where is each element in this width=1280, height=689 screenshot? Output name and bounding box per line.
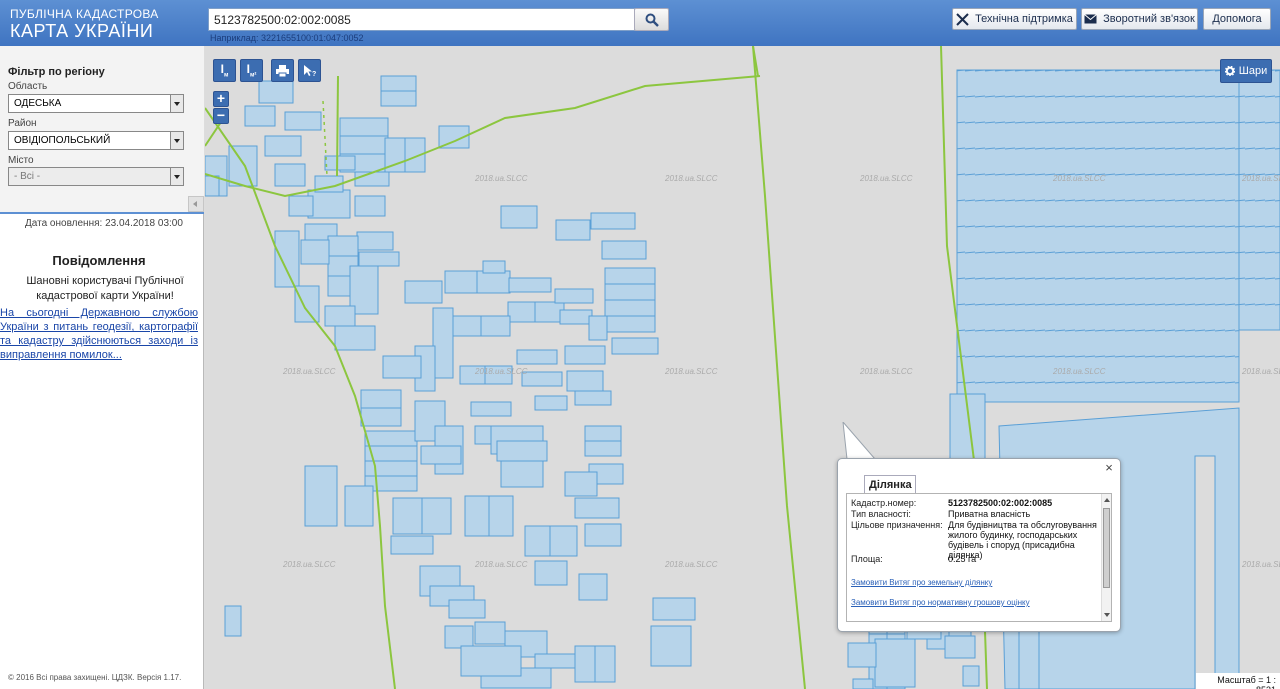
identify-button[interactable]: ? (298, 59, 321, 82)
help-button[interactable]: Допомога (1203, 8, 1271, 30)
printer-icon (276, 64, 289, 77)
close-icon[interactable]: × (1102, 461, 1116, 475)
zoom-in-button[interactable]: + (213, 91, 229, 107)
map-watermark: 2018.ua.SLCC (1242, 174, 1280, 183)
rayon-value: ОВІДІОПОЛЬСЬКИЙ (14, 135, 111, 146)
search-hint: Наприклад: 3221655100:01:047:0052 (210, 33, 364, 43)
cadastral-search-input[interactable] (208, 8, 635, 31)
message-link[interactable]: На сьогодні Державною службою України з … (0, 306, 198, 362)
misto-label: Місто (8, 155, 34, 166)
update-date: Дата оновлення: 23.04.2018 03:00 (25, 218, 183, 229)
layers-label: Шари (1238, 65, 1268, 77)
parcel-info-popup: × Ділянка Кадастр.номер: 5123782500:02:0… (837, 458, 1121, 632)
map-watermark: 2018.ua.SLCC (283, 560, 336, 569)
order-extract-link[interactable]: Замовити Витяг про земельну ділянку (851, 578, 992, 587)
search-button[interactable] (634, 8, 669, 31)
cadastral-number-value: 5123782500:02:002:0085 (948, 498, 1053, 508)
map-watermark: 2018.ua.SLCC (665, 367, 718, 376)
tech-support-label: Технічна підтримка (975, 13, 1073, 25)
misto-select[interactable]: - Всі - (8, 167, 184, 186)
map-watermark: 2018.ua.SLCC (475, 174, 528, 183)
map-watermark: 2018.ua.SLCC (860, 367, 913, 376)
feedback-button[interactable]: Зворотний зв'язок (1081, 8, 1198, 30)
map-watermark: 2018.ua.SLCC (475, 367, 528, 376)
map-watermark: 2018.ua.SLCC (1053, 367, 1106, 376)
layers-button[interactable]: Шари (1220, 59, 1272, 83)
map-watermark: 2018.ua.SLCC (1053, 174, 1106, 183)
measure-area-button[interactable]: Iм² (240, 59, 263, 82)
map-watermark: 2018.ua.SLCC (665, 560, 718, 569)
popup-scrollbar[interactable] (1101, 494, 1111, 621)
chevron-down-icon[interactable] (170, 168, 183, 185)
scroll-thumb[interactable] (1103, 508, 1110, 588)
ownership-value: Приватна власність (948, 509, 1031, 519)
site-logo[interactable]: ПУБЛІЧНА КАДАСТРОВА КАРТА УКРАЇНИ (10, 7, 159, 42)
order-valuation-link[interactable]: Замовити Витяг про нормативну грошову оц… (851, 598, 1030, 607)
logo-line-1: ПУБЛІЧНА КАДАСТРОВА (10, 7, 159, 21)
map-watermark: 2018.ua.SLCC (1242, 560, 1280, 569)
scroll-down-icon[interactable] (1104, 613, 1110, 617)
area-ruler-icon: Iм² (246, 62, 257, 79)
ownership-label: Тип власності: (851, 509, 911, 519)
search-icon (645, 13, 659, 27)
tab-parcel[interactable]: Ділянка (864, 475, 916, 494)
oblast-select[interactable]: ОДЕСЬКА (8, 94, 184, 113)
message-body: Шановні користувачі Публічної кадастрово… (26, 275, 184, 302)
collapse-sidebar-button[interactable] (188, 196, 204, 212)
header-bar: ПУБЛІЧНА КАДАСТРОВА КАРТА УКРАЇНИ Наприк… (0, 0, 1280, 46)
ruler-icon: Iм (220, 62, 229, 79)
map-watermark: 2018.ua.SLCC (860, 174, 913, 183)
chevron-down-icon[interactable] (170, 95, 183, 112)
sidebar: Фільтр по регіону Область ОДЕСЬКА Район … (0, 46, 204, 689)
area-value: 0.25 га (948, 554, 977, 564)
map-watermark: 2018.ua.SLCC (1242, 367, 1280, 376)
filter-title: Фільтр по регіону (8, 66, 105, 78)
region-filter-panel: Фільтр по регіону Область ОДЕСЬКА Район … (0, 46, 204, 214)
tech-support-button[interactable]: Технічна підтримка (952, 8, 1077, 30)
purpose-label: Цільове призначення: (851, 520, 943, 530)
map-scale: Масштаб = 1 : 8531 (1196, 673, 1280, 689)
popup-pointer (842, 422, 877, 460)
oblast-label: Область (8, 81, 48, 92)
feedback-label: Зворотний зв'язок (1103, 13, 1195, 25)
gear-icon (1224, 66, 1235, 76)
cursor-question-icon: ? (303, 65, 316, 77)
map-watermark: 2018.ua.SLCC (475, 560, 528, 569)
tools-icon (956, 12, 969, 26)
help-label: Допомога (1212, 13, 1262, 25)
envelope-icon (1084, 14, 1097, 24)
rayon-select[interactable]: ОВІДІОПОЛЬСЬКИЙ (8, 131, 184, 150)
misto-value: - Всі - (14, 171, 41, 182)
copyright: © 2016 Всі права захищені. ЦДЗК. Версія … (8, 673, 182, 682)
svg-text:?: ? (312, 71, 316, 77)
print-button[interactable] (271, 59, 294, 82)
zoom-out-button[interactable]: − (213, 108, 229, 124)
map-watermark: 2018.ua.SLCC (283, 367, 336, 376)
rayon-label: Район (8, 118, 37, 129)
cadastral-number-label: Кадастр.номер: (851, 498, 917, 508)
chevron-down-icon[interactable] (170, 132, 183, 149)
logo-line-2: КАРТА УКРАЇНИ (10, 21, 154, 41)
message-title: Повідомлення (52, 253, 146, 268)
scroll-up-icon[interactable] (1104, 498, 1110, 502)
map-watermark: 2018.ua.SLCC (665, 174, 718, 183)
parcel-info-content: Кадастр.номер: 5123782500:02:002:0085 Ти… (846, 493, 1112, 622)
area-label: Площа: (851, 554, 883, 564)
cadastral-map[interactable]: 2018.ua.SLCC 2018.ua.SLCC 2018.ua.SLCC 2… (205, 46, 1280, 689)
oblast-value: ОДЕСЬКА (14, 98, 62, 109)
measure-distance-button[interactable]: Iм (213, 59, 236, 82)
